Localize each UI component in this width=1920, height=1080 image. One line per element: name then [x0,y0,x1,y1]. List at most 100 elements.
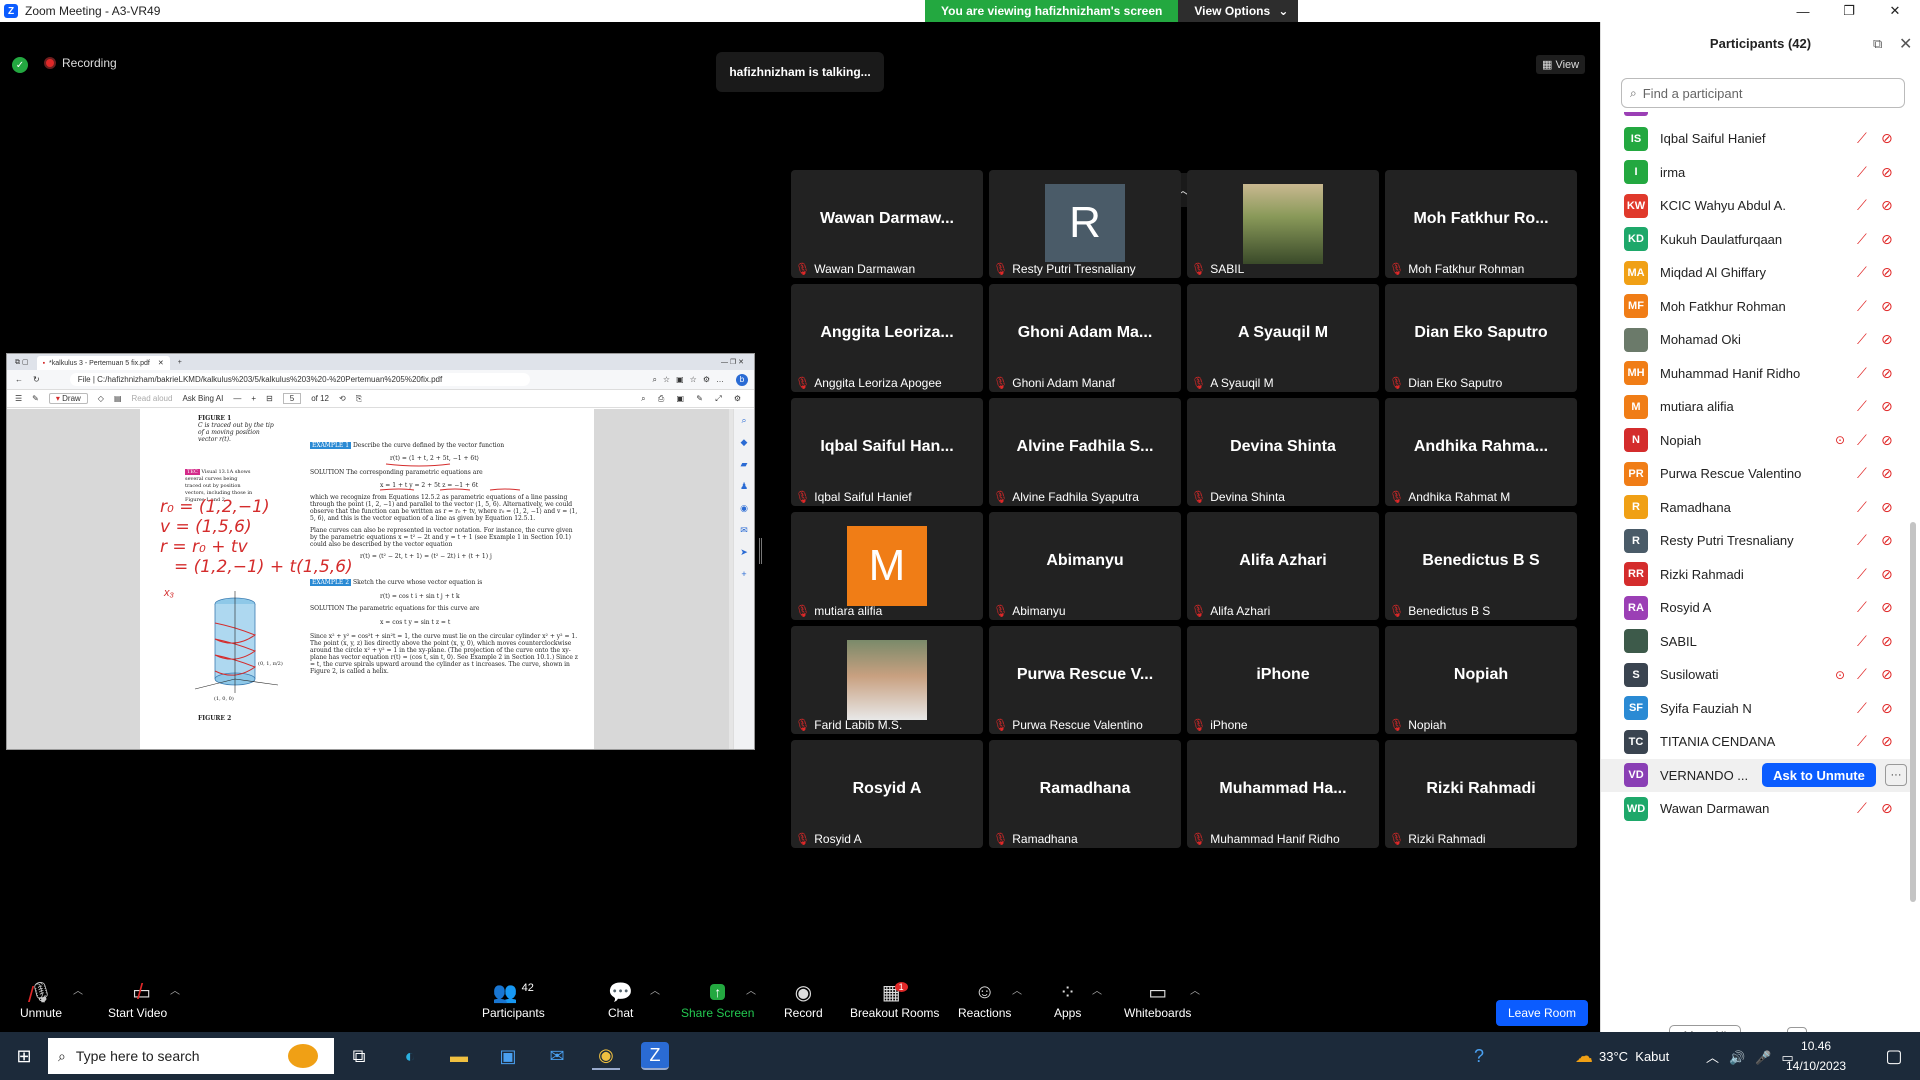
video-tile[interactable]: Alifa Azhari 🎙 Alifa Azhari [1187,512,1379,620]
browser-toolbar-icons[interactable]: ⌕☆▣☆⚙… [652,375,730,385]
muted-mic-icon[interactable]: ⟋ [1857,264,1867,281]
ask-to-unmute-button[interactable]: Ask to Unmute [1762,763,1876,787]
fit-icon[interactable]: ⊟ [266,394,273,403]
muted-mic-icon[interactable]: ⟋ [1857,532,1867,549]
whiteboard-options-caret[interactable]: ︿ [1190,982,1200,997]
participant-row[interactable]: IS Iqbal Saiful Hanief ⟋ ⊘ [1601,122,1911,155]
highlight-icon[interactable]: ✎ [32,394,39,403]
video-off-icon[interactable]: ⊘ [1881,264,1893,281]
muted-mic-icon[interactable]: ⟋ [1857,164,1867,181]
browser-tab[interactable]: ▪ *kalkulus 3 - Pertemuan 5 fix.pdf ✕ [36,356,170,370]
video-off-icon[interactable]: ⊘ [1881,733,1893,750]
muted-mic-icon[interactable]: ⟋ [1857,398,1867,415]
new-tab-icon[interactable]: + [178,359,182,366]
participant-more-button[interactable]: ··· [1885,764,1907,786]
edge-sidebar-icons[interactable]: ⌕ ◆ ▰ ♟ ◉ ✉ ➤ + [734,409,754,585]
video-tile[interactable]: Iqbal Saiful Han... 🎙 Iqbal Saiful Hanief [791,398,983,506]
participant-row[interactable]: R Resty Putri Tresnaliany ⟋ ⊘ [1601,524,1911,557]
video-tile[interactable]: Wawan Darmaw... 🎙 Wawan Darmawan [791,170,983,278]
file-explorer-icon[interactable]: ▬ [445,1042,473,1070]
video-off-icon[interactable]: ⊘ [1881,164,1893,181]
security-shield-icon[interactable]: ✓ [12,57,28,73]
video-off-icon[interactable]: ⊘ [1881,666,1893,683]
participant-row[interactable]: SF Syifa Fauziah N ⟋ ⊘ [1601,692,1911,725]
participants-button[interactable]: 👥 42 Participants [482,978,545,1021]
muted-mic-icon[interactable]: ⟋ [1857,432,1867,449]
whiteboards-button[interactable]: ▭ Whiteboards [1124,978,1191,1021]
url-field[interactable]: File | C:/hafizhnizham/bakrieLKMD/kalkul… [69,373,530,386]
muted-mic-icon[interactable]: ⟋ [1857,666,1867,683]
draw-button[interactable]: ▾ Draw [48,393,88,404]
video-tile[interactable]: A Syauqil M 🎙 A Syauqil M [1187,284,1379,392]
muted-mic-icon[interactable]: ⟋ [1857,599,1867,616]
participant-row[interactable]: WD Wawan Darmawan ⟋ ⊘ [1601,792,1911,825]
close-window-icon[interactable]: ✕ [1872,0,1918,22]
taskbar-search[interactable]: ⌕ Type here to search [48,1038,334,1074]
bing-icon[interactable]: b [736,373,748,386]
reactions-options-caret[interactable]: ︿ [1012,982,1022,997]
restore-icon[interactable]: ❐ [1826,0,1872,22]
muted-mic-icon[interactable]: ⟋ [1857,633,1867,650]
video-tile[interactable]: Rizki Rahmadi 🎙 Rizki Rahmadi [1385,740,1577,848]
muted-mic-icon[interactable]: ⟋ [1857,499,1867,516]
reactions-button[interactable]: ☺ Reactions [958,978,1011,1021]
participant-row[interactable]: PR Purwa Rescue Valentino ⟋ ⊘ [1601,457,1911,490]
video-tile[interactable]: Rosyid A 🎙 Rosyid A [791,740,983,848]
erase-icon[interactable]: ◇ [98,394,104,403]
recording-indicator[interactable]: Recording [44,56,117,70]
video-off-icon[interactable]: ⊘ [1881,398,1893,415]
popout-icon[interactable]: ⧉ [1873,36,1882,52]
page-number-input[interactable]: 5 [282,393,302,404]
participant-row[interactable]: KW KCIC Wahyu Abdul A. ⟋ ⊘ [1601,189,1911,222]
panel-scrollbar[interactable] [1910,522,1916,902]
video-tile[interactable]: Muhammad Ha... 🎙 Muhammad Hanif Ridho [1187,740,1379,848]
store-icon[interactable]: ▣ [494,1042,522,1070]
video-tile[interactable]: 🎙 SABIL [1187,170,1379,278]
split-handle[interactable] [759,538,762,564]
muted-mic-icon[interactable]: ⟋ [1857,365,1867,382]
video-tile[interactable]: Anggita Leoriza... 🎙 Anggita Leoriza Apoge… [791,284,983,392]
leave-room-button[interactable]: Leave Room [1496,1000,1588,1026]
video-off-icon[interactable]: ⊘ [1881,465,1893,482]
close-panel-icon[interactable]: ✕ [1899,34,1912,54]
video-tile[interactable]: Devina Shinta 🎙 Devina Shinta [1187,398,1379,506]
video-off-icon[interactable]: ⊘ [1881,566,1893,583]
video-tile[interactable]: Abimanyu 🎙 Abimanyu [989,512,1181,620]
participant-row[interactable]: RR Rizki Rahmadi ⟋ ⊘ [1601,558,1911,591]
video-tile[interactable]: Nopiah 🎙 Nopiah [1385,626,1577,734]
chat-options-caret[interactable]: ︿ [650,982,660,997]
video-off-icon[interactable]: ⊘ [1881,298,1893,315]
muted-mic-icon[interactable]: ⟋ [1857,465,1867,482]
video-tile[interactable]: M 🎙 mutiara alifia [791,512,983,620]
participant-row[interactable]: Mmutiara alifia ⟋ ⊘ [1601,390,1911,423]
apps-button[interactable]: ⁘ Apps [1054,978,1081,1021]
pdf-right-tools[interactable]: ⌕ ⎙ ▣ ✎ ⤢ ⚙ [641,394,746,404]
video-off-icon[interactable]: ⊘ [1881,365,1893,382]
browser-window-controls[interactable]: — ❐ ✕ [721,358,744,366]
weather-widget[interactable]: ☁ 33°C Kabut [1575,1032,1669,1080]
ask-bing-button[interactable]: Ask Bing AI [182,394,223,403]
back-icon[interactable]: ← [15,375,23,384]
participant-row[interactable]: S Susilowati ⊙ ⟋ ⊘ [1601,658,1911,691]
video-off-icon[interactable]: ⊘ [1881,599,1893,616]
video-tile[interactable]: R 🎙 Resty Putri Tresnaliany [989,170,1181,278]
video-off-icon[interactable]: ⊘ [1881,800,1893,817]
muted-mic-icon[interactable]: ⟋ [1857,331,1867,348]
rotate-icon[interactable]: ⟲ [339,394,346,403]
view-options-button[interactable]: View Options ⌄ [1178,0,1299,22]
shared-screen[interactable]: ⧉ ▢ ▪ *kalkulus 3 - Pertemuan 5 fix.pdf ✕ … [6,353,755,750]
page-view-icon[interactable]: ⎘ [356,394,362,404]
video-off-icon[interactable]: ⊘ [1881,499,1893,516]
video-tile[interactable]: Moh Fatkhur Ro... 🎙 Moh Fatkhur Rohman [1385,170,1577,278]
audio-options-caret[interactable]: ︿ [73,982,83,997]
video-off-icon[interactable]: ⊘ [1881,130,1893,147]
unmute-button[interactable]: 🎙 / Unmute [20,978,62,1021]
zoom-taskbar-icon[interactable]: Z [641,1042,669,1070]
video-tile[interactable]: Benedictus B S 🎙 Benedictus B S [1385,512,1577,620]
taskbar-clock[interactable]: 10.46 14/10/2023 [1786,1036,1846,1076]
read-aloud-button[interactable]: Read aloud [132,394,173,403]
participant-row[interactable]: R Ramadhana ⟋ ⊘ [1601,491,1911,524]
participant-row[interactable]: MA Miqdad Al Ghiffary ⟋ ⊘ [1601,256,1911,289]
zoom-out-icon[interactable]: — [233,394,241,403]
video-tile[interactable]: Andhika Rahma... 🎙 Andhika Rahmat M [1385,398,1577,506]
